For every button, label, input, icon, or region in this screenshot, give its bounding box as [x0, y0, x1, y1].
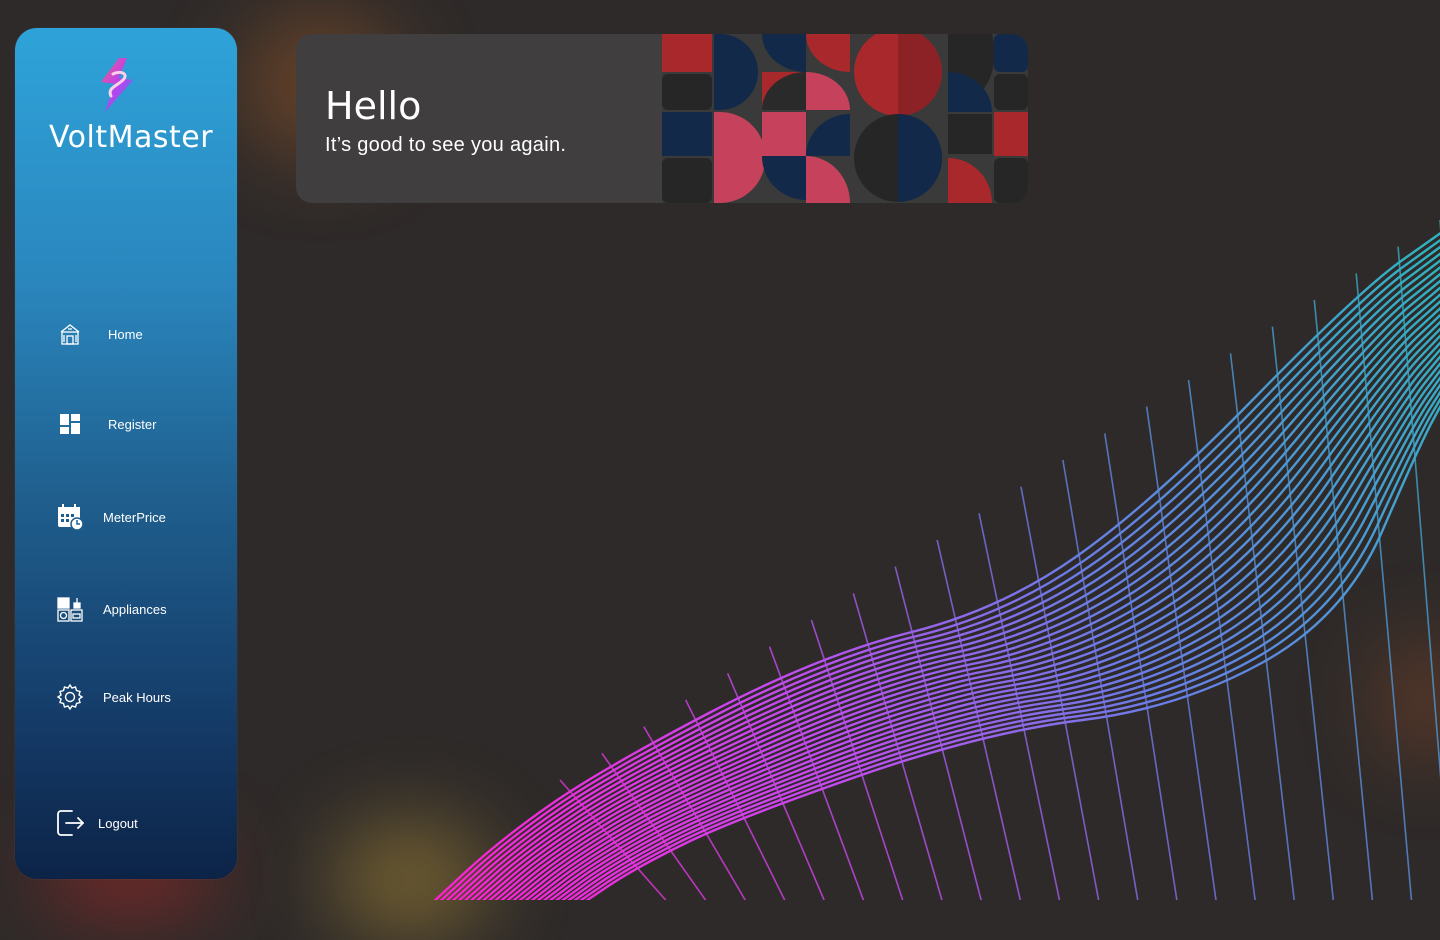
sidebar-item-home[interactable]: Home — [53, 317, 143, 351]
logout-icon — [53, 806, 87, 840]
sidebar: VoltMaster Home Register MeterPrice Appl… — [15, 28, 237, 879]
greeting-subtitle: It’s good to see you again. — [325, 134, 567, 156]
sidebar-item-meterprice[interactable]: MeterPrice — [53, 500, 166, 534]
brand-name: VoltMaster — [48, 120, 214, 155]
logout-button[interactable]: Logout — [53, 806, 138, 840]
logout-label: Logout — [98, 815, 138, 831]
sidebar-item-label: Home — [108, 326, 143, 342]
calendar-clock-icon — [53, 500, 87, 534]
sidebar-item-label: MeterPrice — [103, 509, 166, 525]
wave-line — [852, 593, 943, 900]
gear-icon — [53, 680, 87, 714]
wave-line — [573, 390, 1440, 900]
sidebar-item-label: Appliances — [103, 601, 167, 617]
greeting-card: Hello It’s good to see you again. — [296, 34, 1028, 203]
appliances-icon — [53, 592, 87, 626]
sidebar-item-peak-hours[interactable]: Peak Hours — [53, 680, 171, 714]
wave-line — [488, 293, 1440, 900]
wave-line — [445, 245, 1440, 900]
sidebar-item-label: Peak Hours — [103, 689, 171, 705]
wave-line — [451, 252, 1440, 900]
sidebar-item-appliances[interactable]: Appliances — [53, 592, 167, 626]
wave-line — [1062, 459, 1139, 900]
grid-icon — [53, 407, 87, 441]
wave-line — [936, 539, 1022, 900]
greeting-title: Hello — [325, 84, 422, 128]
wave-line — [512, 320, 1440, 900]
sidebar-item-label: Register — [108, 416, 157, 432]
sidebar-item-register[interactable]: Register — [53, 407, 156, 441]
wave-line — [1397, 246, 1440, 779]
geometric-pattern-image — [662, 34, 1028, 203]
lightning-logo-icon — [101, 58, 133, 112]
home-icon — [53, 317, 87, 351]
wave-line — [1229, 353, 1295, 900]
